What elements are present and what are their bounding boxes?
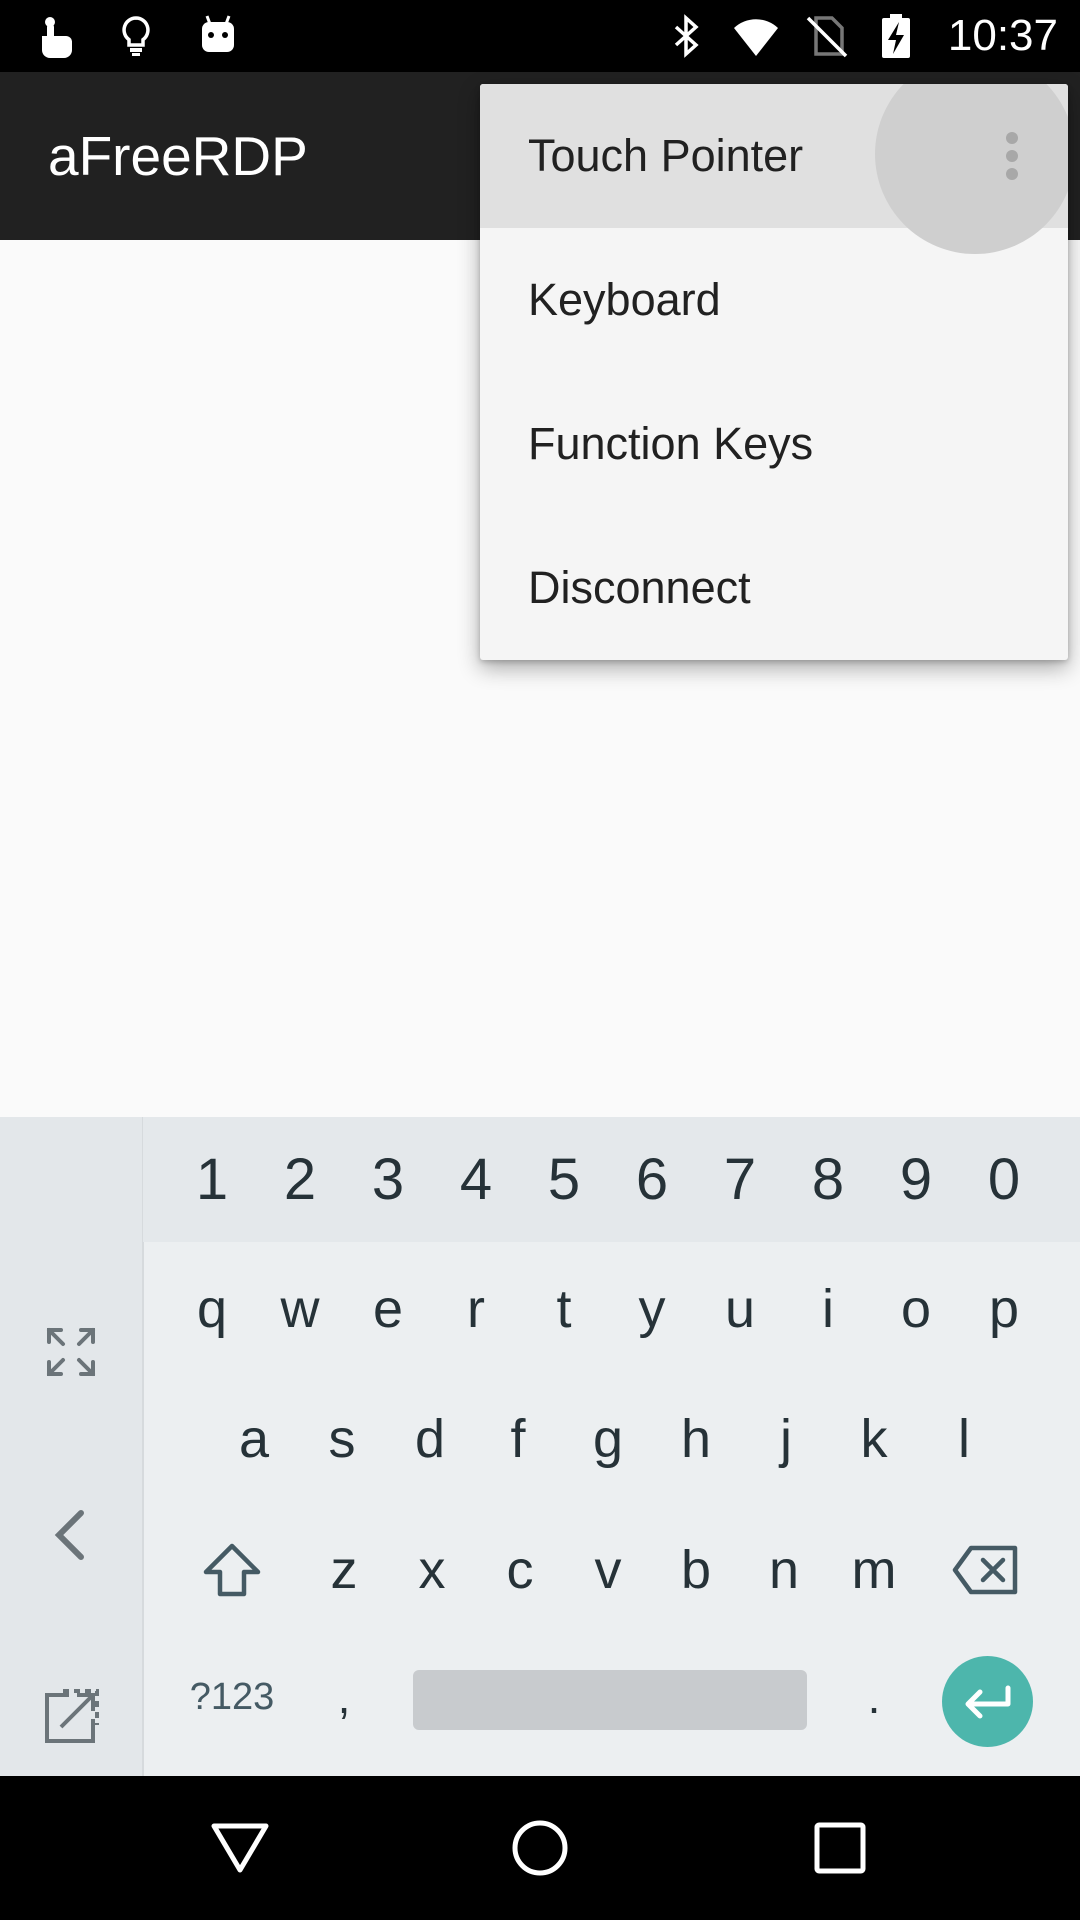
key-j[interactable]: j: [742, 1374, 830, 1504]
android-icon: [202, 15, 234, 52]
space-key[interactable]: [413, 1670, 807, 1730]
soft-keyboard: 1 2 3 4 5 6 7 8 9 0 q w e r t y u i o p …: [0, 1117, 1080, 1776]
touch-icon: [42, 17, 72, 58]
status-bar-system: 10:37: [662, 0, 1058, 72]
battery-charging-icon: [881, 14, 910, 58]
menu-item-label: Touch Pointer: [528, 130, 804, 181]
key-9[interactable]: 9: [872, 1117, 960, 1242]
key-m[interactable]: m: [830, 1505, 918, 1635]
home-icon: [512, 1820, 568, 1876]
key-2[interactable]: 2: [256, 1117, 344, 1242]
collapse-button[interactable]: [0, 1475, 142, 1595]
home-button[interactable]: [460, 1776, 620, 1920]
clock: 10:37: [947, 11, 1058, 60]
key-n[interactable]: n: [740, 1505, 828, 1635]
key-6[interactable]: 6: [608, 1117, 696, 1242]
key-4[interactable]: 4: [432, 1117, 520, 1242]
symbols-key[interactable]: ?123: [180, 1637, 284, 1757]
key-x[interactable]: x: [388, 1505, 476, 1635]
menu-item-touch-pointer[interactable]: Touch Pointer: [480, 84, 1068, 254]
key-z[interactable]: z: [300, 1505, 388, 1635]
menu-item-label: Function Keys: [528, 418, 814, 469]
status-bar-notifications: [30, 0, 242, 72]
recents-icon: [814, 1822, 866, 1874]
key-v[interactable]: v: [564, 1505, 652, 1635]
key-w[interactable]: w: [256, 1244, 344, 1374]
key-e[interactable]: e: [344, 1244, 432, 1374]
more-vert-icon[interactable]: [1006, 132, 1018, 180]
key-h[interactable]: h: [652, 1374, 740, 1504]
shift-icon: [203, 1543, 261, 1597]
key-period[interactable]: .: [830, 1637, 918, 1757]
key-p[interactable]: p: [960, 1244, 1048, 1374]
chevron-left-icon: [54, 1510, 84, 1560]
undock-button[interactable]: [0, 1657, 142, 1777]
key-r[interactable]: r: [432, 1244, 520, 1374]
shift-key[interactable]: [188, 1505, 276, 1635]
menu-item-disconnect[interactable]: Disconnect: [480, 516, 1068, 660]
key-g[interactable]: g: [564, 1374, 652, 1504]
enter-key[interactable]: [942, 1656, 1033, 1747]
key-y[interactable]: y: [608, 1244, 696, 1374]
menu-item-function-keys[interactable]: Function Keys: [480, 372, 1068, 516]
key-i[interactable]: i: [784, 1244, 872, 1374]
key-8[interactable]: 8: [784, 1117, 872, 1242]
key-5[interactable]: 5: [520, 1117, 608, 1242]
key-b[interactable]: b: [652, 1505, 740, 1635]
key-f[interactable]: f: [474, 1374, 562, 1504]
key-d[interactable]: d: [386, 1374, 474, 1504]
navigation-bar: [0, 1776, 1080, 1920]
enter-icon: [965, 1685, 1010, 1718]
key-3[interactable]: 3: [344, 1117, 432, 1242]
undock-icon: [45, 1689, 99, 1743]
overflow-menu: Touch Pointer Keyboard Function Keys Dis…: [480, 84, 1068, 660]
key-a[interactable]: a: [210, 1374, 298, 1504]
backspace-icon: [952, 1545, 1018, 1595]
fullscreen-button[interactable]: [0, 1292, 142, 1412]
menu-item-label: Disconnect: [528, 562, 751, 613]
wifi-icon: [733, 19, 778, 56]
backspace-key[interactable]: [940, 1505, 1032, 1635]
key-k[interactable]: k: [830, 1374, 918, 1504]
key-q[interactable]: q: [168, 1244, 256, 1374]
key-s[interactable]: s: [298, 1374, 386, 1504]
back-button[interactable]: [160, 1776, 320, 1920]
recents-button[interactable]: [760, 1776, 920, 1920]
key-o[interactable]: o: [872, 1244, 960, 1374]
key-c[interactable]: c: [476, 1505, 564, 1635]
key-l[interactable]: l: [920, 1374, 1008, 1504]
menu-item-keyboard[interactable]: Keyboard: [480, 228, 1068, 372]
app-title: aFreeRDP: [48, 125, 308, 187]
fullscreen-icon: [47, 1328, 95, 1376]
key-0[interactable]: 0: [960, 1117, 1048, 1242]
key-u[interactable]: u: [696, 1244, 784, 1374]
key-comma[interactable]: ,: [300, 1637, 388, 1757]
key-1[interactable]: 1: [168, 1117, 256, 1242]
key-t[interactable]: t: [520, 1244, 608, 1374]
status-bar: 10:37: [0, 0, 1080, 72]
back-icon: [211, 1823, 269, 1873]
no-sim-icon: [806, 16, 848, 58]
keyboard-side-panel: [0, 1117, 144, 1776]
bluetooth-icon: [674, 14, 699, 58]
lightbulb-icon: [122, 16, 150, 56]
key-7[interactable]: 7: [696, 1117, 784, 1242]
menu-item-label: Keyboard: [528, 274, 721, 325]
